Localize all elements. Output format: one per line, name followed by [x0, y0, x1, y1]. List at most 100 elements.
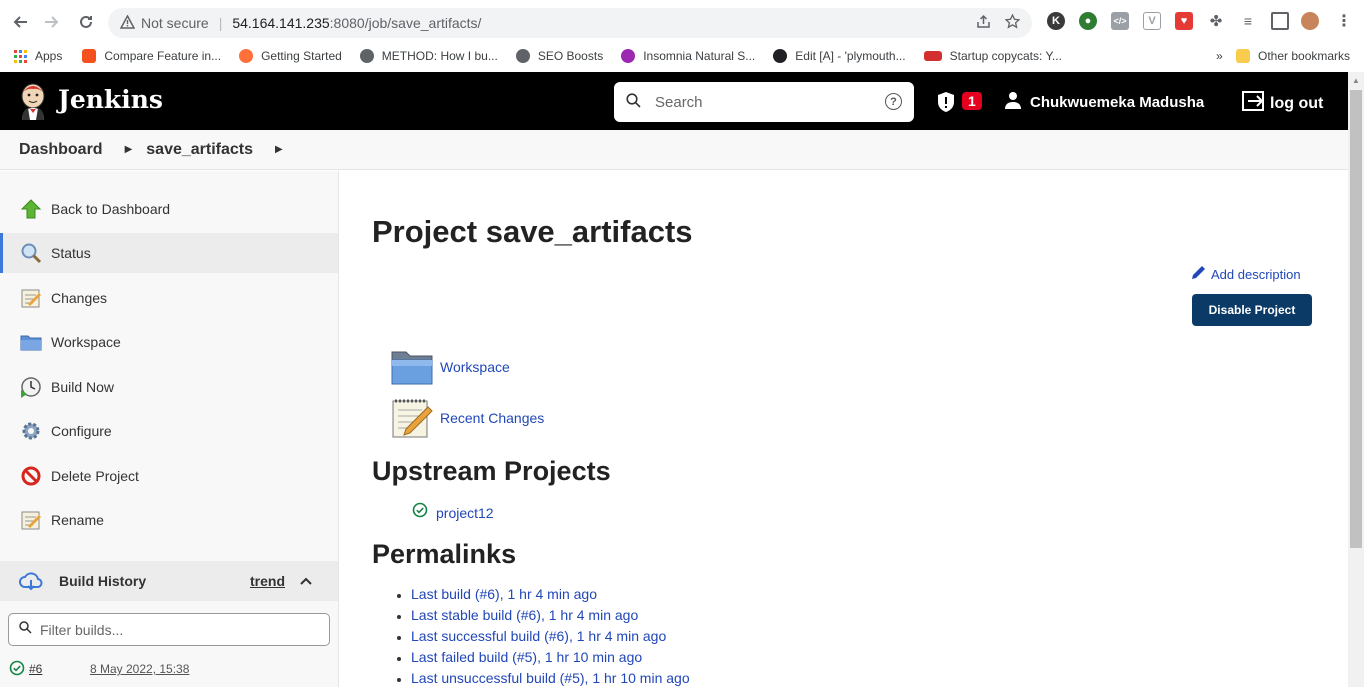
bookmark-item[interactable]: Insomnia Natural S... [621, 49, 755, 63]
forward-icon[interactable] [36, 6, 68, 38]
other-bookmarks-label: Other bookmarks [1258, 49, 1351, 63]
chevron-up-icon[interactable] [300, 574, 312, 588]
bookmark-label: Getting Started [261, 49, 342, 63]
alert-count-badge[interactable]: 1 [962, 92, 982, 110]
url-separator: | [218, 15, 223, 31]
workspace-link[interactable]: Workspace [390, 346, 510, 388]
permalink-last-unsuccessful-build[interactable]: Last unsuccessful build (#5), 1 hr 10 mi… [411, 670, 690, 691]
bookmark-favicon-icon [621, 49, 636, 63]
up-arrow-icon [20, 199, 42, 219]
sidebar-item-workspace[interactable]: Workspace [0, 322, 338, 362]
browser-toolbar: Not secure | 54.164.141.235:8080/job/sav… [0, 0, 1364, 44]
bookmark-favicon-icon [515, 49, 530, 63]
bookmark-apps[interactable]: Apps [14, 49, 62, 63]
permalink-last-successful-build[interactable]: Last successful build (#6), 1 hr 4 min a… [411, 628, 690, 649]
sidebar-item-configure[interactable]: Configure [0, 411, 338, 451]
share-icon[interactable] [976, 14, 991, 33]
more-bookmarks-button[interactable]: » [1216, 49, 1223, 63]
extension-pin-icon[interactable]: ♥ [1175, 12, 1193, 30]
search-box[interactable]: ? [614, 82, 914, 122]
extension-k-icon[interactable]: K [1047, 12, 1065, 30]
notepad-icon [21, 511, 41, 530]
no-entry-icon [21, 466, 41, 486]
extension-code-icon[interactable]: </> [1111, 12, 1129, 30]
sidebar-item-label: Rename [51, 512, 104, 528]
permalink-last-stable-build[interactable]: Last stable build (#6), 1 hr 4 min ago [411, 607, 690, 628]
chevron-right-icon[interactable]: ▶ [275, 144, 283, 155]
bookmark-item[interactable]: Getting Started [239, 49, 342, 63]
browser-menu-icon[interactable]: ⋮ [1335, 12, 1353, 30]
disable-project-button[interactable]: Disable Project [1192, 294, 1312, 326]
reload-icon[interactable] [70, 6, 102, 38]
user-menu[interactable]: Chukwuemeka Madusha [1004, 91, 1204, 113]
back-icon[interactable] [4, 6, 36, 38]
build-row[interactable]: #6 8 May 2022, 15:38 [0, 655, 338, 687]
search-input[interactable] [655, 93, 865, 111]
extensions-puzzle-icon[interactable]: ✤ [1207, 12, 1225, 30]
recent-changes-link[interactable]: Recent Changes [390, 397, 544, 439]
bookmark-item[interactable]: SEO Boosts [515, 49, 603, 63]
extension-shield-icon[interactable]: V [1143, 12, 1161, 30]
extension-globe-icon[interactable]: ● [1079, 12, 1097, 30]
url-host: 54.164.141.235 [232, 15, 330, 31]
logout-label: log out [1270, 94, 1324, 112]
build-date-link[interactable]: 8 May 2022, 15:38 [90, 662, 189, 676]
security-shield-icon[interactable] [936, 91, 956, 118]
page-scrollbar[interactable]: ▲ [1348, 72, 1364, 687]
user-icon [1004, 91, 1022, 113]
sidebar-item-delete-project[interactable]: Delete Project [0, 456, 338, 496]
bookmark-favicon-icon [82, 49, 97, 63]
media-queue-icon[interactable]: ≡ [1239, 12, 1257, 30]
bookmark-item[interactable]: Startup copycats: Y... [923, 49, 1062, 63]
filter-builds-field[interactable] [8, 613, 330, 646]
breadcrumb-project[interactable]: save_artifacts [146, 141, 253, 159]
chevron-right-icon[interactable]: ▶ [125, 144, 133, 155]
folder-icon [1236, 49, 1250, 63]
jenkins-logo-icon[interactable] [18, 82, 48, 120]
sidebar-item-back-to-dashboard[interactable]: Back to Dashboard [0, 189, 338, 229]
sidebar-item-label: Delete Project [51, 468, 139, 484]
permalink-last-build[interactable]: Last build (#6), 1 hr 4 min ago [411, 586, 690, 607]
bookmark-item[interactable]: Edit [A] - 'plymouth... [773, 49, 906, 63]
gear-icon [22, 422, 40, 440]
sidebar-item-rename[interactable]: Rename [0, 500, 338, 540]
security-label[interactable]: Not secure [141, 15, 209, 31]
breadcrumb-dashboard[interactable]: Dashboard [19, 141, 103, 159]
bookmark-label: Insomnia Natural S... [643, 49, 756, 63]
bookmark-label: Edit [A] - 'plymouth... [795, 49, 906, 63]
add-description-link[interactable]: Add description [1190, 264, 1301, 284]
address-bar[interactable]: Not secure | 54.164.141.235:8080/job/sav… [108, 8, 1032, 38]
bookmark-label: Apps [35, 49, 63, 63]
clock-play-icon [21, 377, 41, 398]
permalink-last-failed-build[interactable]: Last failed build (#5), 1 hr 10 min ago [411, 649, 690, 670]
sidebar-item-changes[interactable]: Changes [0, 278, 338, 318]
sidebar-item-status[interactable]: Status [0, 233, 338, 273]
other-bookmarks[interactable]: Other bookmarks [1236, 49, 1350, 63]
jenkins-title[interactable]: Jenkins [58, 85, 163, 114]
jenkins-header: Jenkins ? 1 Chukwuemeka Madusha log out [0, 72, 1348, 130]
sidebar-item-build-now[interactable]: Build Now [0, 367, 338, 407]
scrollbar-thumb[interactable] [1350, 90, 1362, 548]
bookmark-favicon-icon [359, 49, 374, 63]
bookmark-item[interactable]: METHOD: How I bu... [359, 49, 498, 63]
apps-grid-icon [14, 49, 27, 63]
bookmarks-bar: Apps Compare Feature in... Getting Start… [0, 44, 1364, 68]
bookmark-item[interactable]: Compare Feature in... [82, 49, 221, 63]
bookmark-label: Startup copycats: Y... [949, 49, 1062, 63]
bookmark-favicon-icon [923, 51, 942, 61]
help-icon[interactable]: ? [885, 93, 902, 110]
breadcrumb: Dashboard ▶ save_artifacts ▶ [0, 130, 1348, 170]
trend-link[interactable]: trend [250, 573, 285, 589]
profile-avatar[interactable] [1301, 12, 1319, 30]
magnifier-icon [21, 243, 42, 264]
logout-link[interactable]: log out [1242, 91, 1323, 116]
bookmark-favicon-icon [239, 49, 254, 63]
side-panel-icon[interactable] [1271, 12, 1289, 30]
scroll-up-arrow-icon[interactable]: ▲ [1352, 76, 1360, 85]
search-icon [19, 620, 32, 639]
add-description-label: Add description [1211, 266, 1301, 282]
filter-builds-input[interactable] [40, 621, 320, 638]
upstream-project-link[interactable]: project12 [412, 502, 494, 521]
build-number-link[interactable]: #6 [29, 662, 42, 676]
bookmark-star-icon[interactable] [1004, 12, 1021, 33]
